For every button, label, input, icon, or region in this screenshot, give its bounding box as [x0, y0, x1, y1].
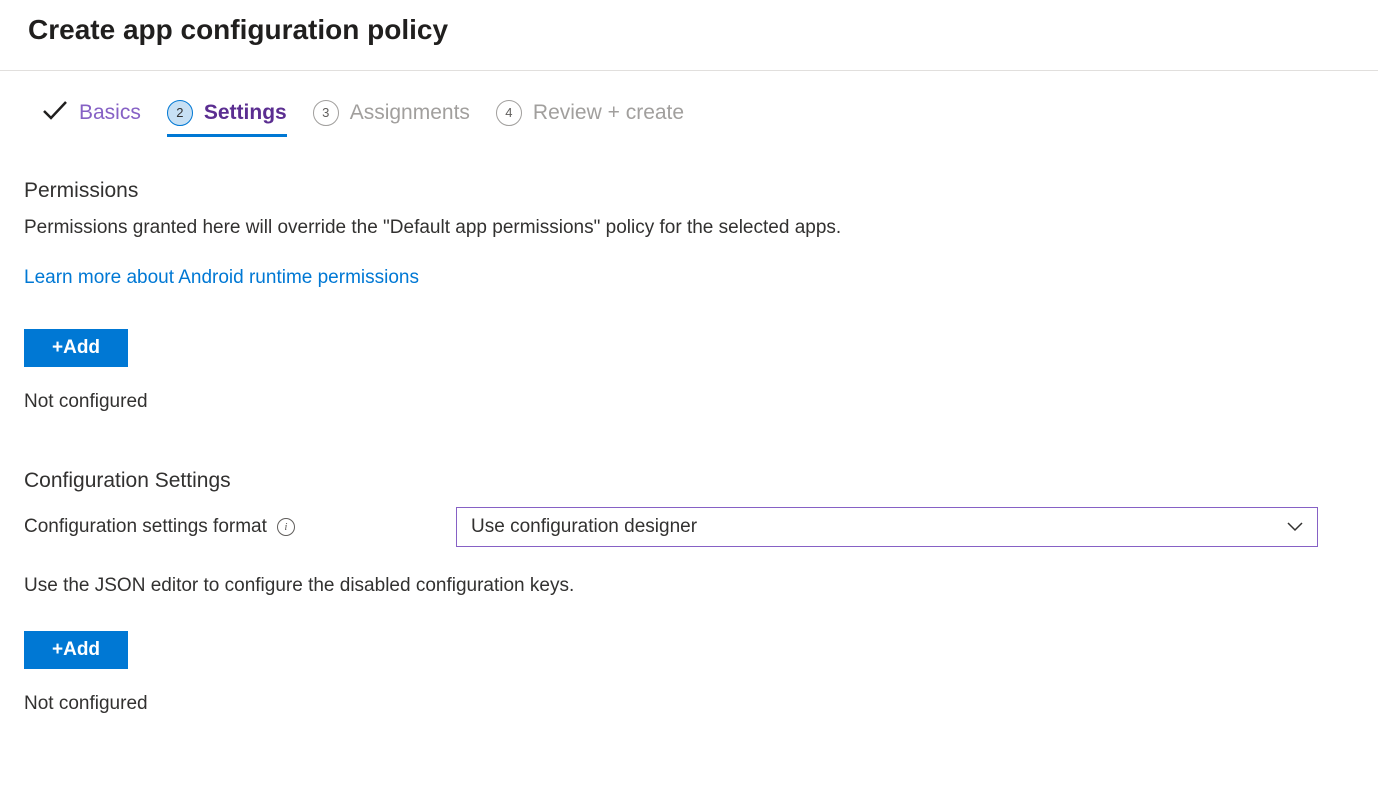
info-icon[interactable]: i: [277, 518, 295, 536]
config-format-select[interactable]: Use configuration designer: [456, 507, 1318, 547]
tab-basics-label: Basics: [79, 101, 141, 125]
tab-assignments-label: Assignments: [350, 101, 470, 125]
checkmark-icon: [42, 99, 68, 126]
permissions-status: Not configured: [24, 391, 1354, 413]
config-format-label: Configuration settings format: [24, 516, 267, 538]
permissions-heading: Permissions: [24, 179, 1354, 203]
step-number-icon: 2: [167, 100, 193, 126]
permissions-description: Permissions granted here will override t…: [24, 217, 1354, 239]
config-status: Not configured: [24, 693, 1354, 715]
config-settings-heading: Configuration Settings: [24, 469, 1354, 493]
wizard-tabs: Basics 2 Settings 3 Assignments 4 Review…: [24, 99, 1354, 137]
tab-settings[interactable]: 2 Settings: [167, 100, 287, 137]
step-number-icon: 4: [496, 100, 522, 126]
tab-settings-label: Settings: [204, 101, 287, 125]
json-editor-description: Use the JSON editor to configure the dis…: [24, 575, 1354, 597]
step-number-icon: 3: [313, 100, 339, 126]
add-permissions-button[interactable]: +Add: [24, 329, 128, 367]
tab-review-create[interactable]: 4 Review + create: [496, 100, 684, 137]
learn-more-link[interactable]: Learn more about Android runtime permiss…: [24, 267, 419, 289]
config-format-value: Use configuration designer: [471, 516, 697, 538]
chevron-down-icon: [1287, 516, 1303, 538]
page-title: Create app configuration policy: [28, 14, 1350, 46]
add-config-button[interactable]: +Add: [24, 631, 128, 669]
tab-basics[interactable]: Basics: [42, 99, 141, 137]
tab-assignments[interactable]: 3 Assignments: [313, 100, 470, 137]
tab-review-create-label: Review + create: [533, 101, 684, 125]
